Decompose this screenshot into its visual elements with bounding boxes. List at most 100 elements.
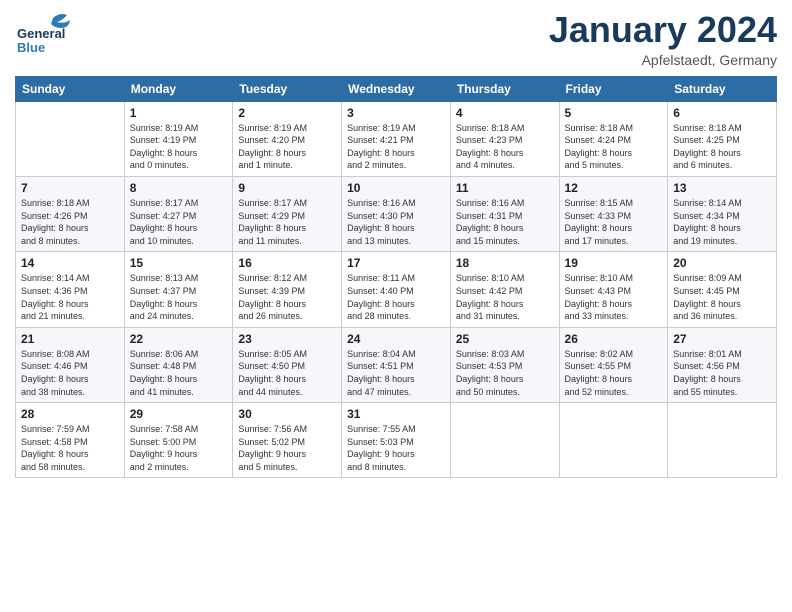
week-row-4: 21 Sunrise: 8:08 AMSunset: 4:46 PMDayligh… [16,327,777,402]
day-info: Sunrise: 8:16 AMSunset: 4:31 PMDaylight:… [456,197,554,247]
table-row: 16 Sunrise: 8:12 AMSunset: 4:39 PMDayligh… [233,252,342,327]
table-row: 5 Sunrise: 8:18 AMSunset: 4:24 PMDaylight… [559,101,668,176]
table-row: 1Sunrise: 8:19 AMSunset: 4:19 PMDaylight… [124,101,233,176]
day-info: Sunrise: 8:14 AMSunset: 4:34 PMDaylight:… [673,197,771,247]
logo-icon: General Blue [15,10,75,60]
day-info: Sunrise: 8:13 AMSunset: 4:37 PMDaylight:… [130,272,228,322]
table-row: 12 Sunrise: 8:15 AMSunset: 4:33 PMDayligh… [559,176,668,251]
table-row: 15 Sunrise: 8:13 AMSunset: 4:37 PMDayligh… [124,252,233,327]
week-row-2: 7 Sunrise: 8:18 AMSunset: 4:26 PMDaylight… [16,176,777,251]
calendar-table: Sunday Monday Tuesday Wednesday Thursday… [15,76,777,479]
month-year-title: January 2024 [549,10,777,50]
day-number: 30 [238,407,336,421]
day-number: 31 [347,407,445,421]
day-number: 21 [21,332,119,346]
day-info: Sunrise: 8:18 AMSunset: 4:23 PMDaylight:… [456,122,554,172]
day-info: Sunrise: 8:10 AMSunset: 4:43 PMDaylight:… [565,272,663,322]
day-info: Sunrise: 8:02 AMSunset: 4:55 PMDaylight:… [565,348,663,398]
day-info: Sunrise: 8:03 AMSunset: 4:53 PMDaylight:… [456,348,554,398]
day-number: 9 [238,181,336,195]
table-row: 10 Sunrise: 8:16 AMSunset: 4:30 PMDayligh… [342,176,451,251]
table-row: 4 Sunrise: 8:18 AMSunset: 4:23 PMDaylight… [450,101,559,176]
table-row: 3 Sunrise: 8:19 AMSunset: 4:21 PMDaylight… [342,101,451,176]
day-info: Sunrise: 8:18 AMSunset: 4:26 PMDaylight:… [21,197,119,247]
col-monday: Monday [124,76,233,101]
table-row: 22 Sunrise: 8:06 AMSunset: 4:48 PMDayligh… [124,327,233,402]
day-info: Sunrise: 8:18 AMSunset: 4:24 PMDaylight:… [565,122,663,172]
day-info: Sunrise: 8:01 AMSunset: 4:56 PMDaylight:… [673,348,771,398]
table-row: 13 Sunrise: 8:14 AMSunset: 4:34 PMDayligh… [668,176,777,251]
day-info: Sunrise: 8:05 AMSunset: 4:50 PMDaylight:… [238,348,336,398]
day-number: 19 [565,256,663,270]
table-row: 18 Sunrise: 8:10 AMSunset: 4:42 PMDayligh… [450,252,559,327]
table-row: 28 Sunrise: 7:59 AMSunset: 4:58 PMDayligh… [16,403,125,478]
table-row: 9Sunrise: 8:17 AMSunset: 4:29 PMDaylight… [233,176,342,251]
table-row: 19 Sunrise: 8:10 AMSunset: 4:43 PMDayligh… [559,252,668,327]
day-info: Sunrise: 8:16 AMSunset: 4:30 PMDaylight:… [347,197,445,247]
day-number: 20 [673,256,771,270]
day-number: 1 [130,106,228,120]
col-wednesday: Wednesday [342,76,451,101]
table-row [450,403,559,478]
calendar-header-row: Sunday Monday Tuesday Wednesday Thursday… [16,76,777,101]
day-number: 27 [673,332,771,346]
week-row-5: 28 Sunrise: 7:59 AMSunset: 4:58 PMDayligh… [16,403,777,478]
day-info: Sunrise: 8:06 AMSunset: 4:48 PMDaylight:… [130,348,228,398]
table-row: 2 Sunrise: 8:19 AMSunset: 4:20 PMDaylight… [233,101,342,176]
col-sunday: Sunday [16,76,125,101]
svg-text:General: General [17,26,65,41]
day-number: 26 [565,332,663,346]
table-row: 11 Sunrise: 8:16 AMSunset: 4:31 PMDayligh… [450,176,559,251]
day-info: Sunrise: 7:59 AMSunset: 4:58 PMDaylight:… [21,423,119,473]
day-number: 23 [238,332,336,346]
table-row: 20Sunrise: 8:09 AMSunset: 4:45 PMDayligh… [668,252,777,327]
day-number: 12 [565,181,663,195]
day-number: 3 [347,106,445,120]
day-number: 2 [238,106,336,120]
table-row: 21 Sunrise: 8:08 AMSunset: 4:46 PMDayligh… [16,327,125,402]
day-number: 13 [673,181,771,195]
day-number: 25 [456,332,554,346]
day-number: 11 [456,181,554,195]
header: General Blue January 2024 Apfelstaedt, G… [15,10,777,68]
day-info: Sunrise: 8:10 AMSunset: 4:42 PMDaylight:… [456,272,554,322]
day-info: Sunrise: 8:12 AMSunset: 4:39 PMDaylight:… [238,272,336,322]
day-info: Sunrise: 8:19 AMSunset: 4:20 PMDaylight:… [238,122,336,172]
day-number: 7 [21,181,119,195]
day-number: 22 [130,332,228,346]
col-friday: Friday [559,76,668,101]
day-number: 5 [565,106,663,120]
logo: General Blue [15,10,75,60]
table-row: 25 Sunrise: 8:03 AMSunset: 4:53 PMDayligh… [450,327,559,402]
table-row: 8Sunrise: 8:17 AMSunset: 4:27 PMDaylight… [124,176,233,251]
col-tuesday: Tuesday [233,76,342,101]
table-row [668,403,777,478]
table-row: 31Sunrise: 7:55 AMSunset: 5:03 PMDayligh… [342,403,451,478]
day-number: 16 [238,256,336,270]
day-info: Sunrise: 8:19 AMSunset: 4:21 PMDaylight:… [347,122,445,172]
day-info: Sunrise: 8:15 AMSunset: 4:33 PMDaylight:… [565,197,663,247]
day-number: 14 [21,256,119,270]
day-number: 4 [456,106,554,120]
day-info: Sunrise: 8:04 AMSunset: 4:51 PMDaylight:… [347,348,445,398]
table-row [559,403,668,478]
day-number: 18 [456,256,554,270]
day-number: 29 [130,407,228,421]
week-row-1: 1Sunrise: 8:19 AMSunset: 4:19 PMDaylight… [16,101,777,176]
day-number: 15 [130,256,228,270]
col-saturday: Saturday [668,76,777,101]
table-row: 23 Sunrise: 8:05 AMSunset: 4:50 PMDayligh… [233,327,342,402]
day-number: 28 [21,407,119,421]
svg-text:Blue: Blue [17,40,45,55]
day-number: 10 [347,181,445,195]
day-info: Sunrise: 8:14 AMSunset: 4:36 PMDaylight:… [21,272,119,322]
location-subtitle: Apfelstaedt, Germany [549,52,777,68]
day-info: Sunrise: 8:11 AMSunset: 4:40 PMDaylight:… [347,272,445,322]
week-row-3: 14 Sunrise: 8:14 AMSunset: 4:36 PMDayligh… [16,252,777,327]
day-info: Sunrise: 7:56 AMSunset: 5:02 PMDaylight:… [238,423,336,473]
day-info: Sunrise: 8:18 AMSunset: 4:25 PMDaylight:… [673,122,771,172]
title-block: January 2024 Apfelstaedt, Germany [549,10,777,68]
day-info: Sunrise: 8:08 AMSunset: 4:46 PMDaylight:… [21,348,119,398]
table-row [16,101,125,176]
table-row: 6Sunrise: 8:18 AMSunset: 4:25 PMDaylight… [668,101,777,176]
